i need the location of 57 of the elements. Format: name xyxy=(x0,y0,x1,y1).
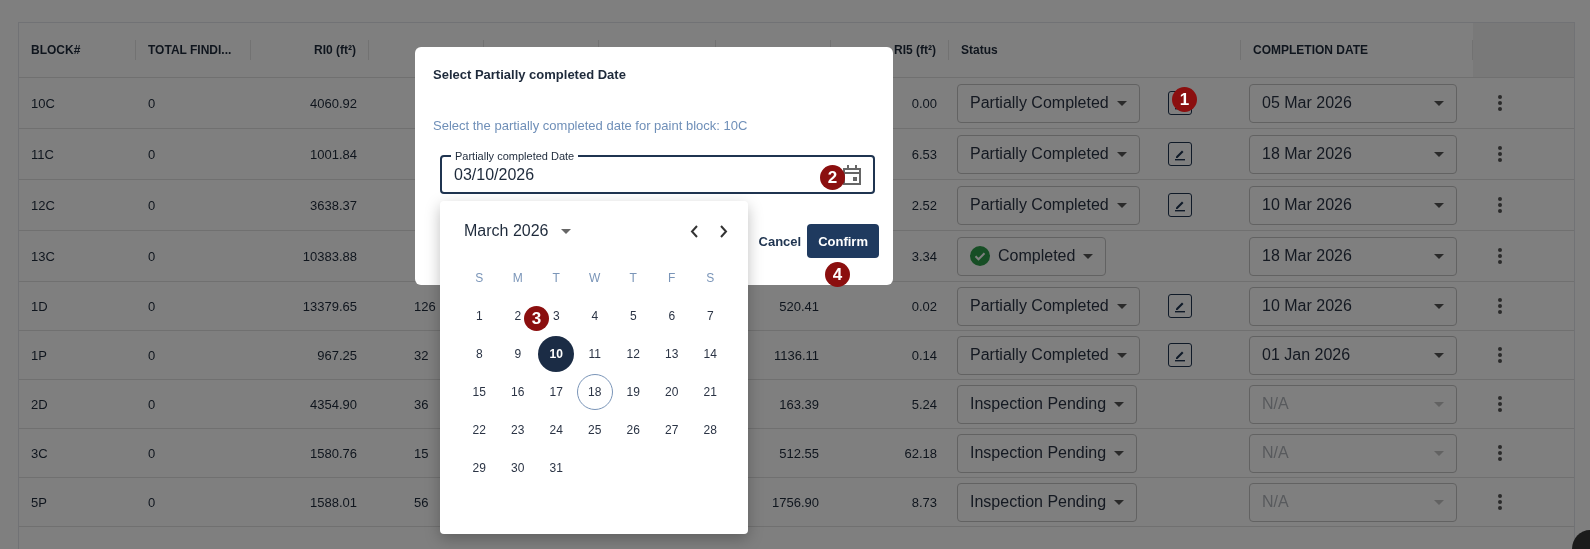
table-cell: 0 xyxy=(148,494,156,510)
table-cell: 1P xyxy=(31,347,47,363)
table-cell: 0 xyxy=(148,197,156,213)
table-cell: 0 xyxy=(148,298,156,314)
table-cell: 0 xyxy=(148,95,156,111)
table-cell: 13379.65 xyxy=(302,298,357,314)
table-cell: 3.34 xyxy=(911,248,937,264)
table-cell: 1580.76 xyxy=(310,445,357,461)
table-cell: 1001.84 xyxy=(310,146,357,162)
table-cell: 0 xyxy=(148,396,156,412)
table-cell: 520.41 xyxy=(779,298,819,314)
table-cell: 5.24 xyxy=(911,396,937,412)
table-cell: 163.39 xyxy=(779,396,819,412)
table-cell: 1D xyxy=(31,298,48,314)
weekday-label: S xyxy=(706,270,715,287)
step-marker: 1 xyxy=(1172,87,1197,112)
table-cell: 6.53 xyxy=(911,146,937,162)
table-cell: 10C xyxy=(31,95,55,111)
table-cell: 1136.11 xyxy=(773,347,819,363)
table-cell: 13C xyxy=(31,248,55,264)
weekday-label: S xyxy=(475,270,484,287)
weekday-label: T xyxy=(629,270,637,287)
table-cell: 15 xyxy=(414,445,429,461)
table-cell: 36 xyxy=(414,396,429,412)
table-cell: 10383.88 xyxy=(302,248,357,264)
table-cell: 12C xyxy=(31,197,55,213)
dialog-description: Select the partially completed date for paint block: 10C xyxy=(433,118,749,133)
table-cell: 0.14 xyxy=(911,347,937,363)
table-cell: 126 xyxy=(414,298,436,314)
table-cell: 0.02 xyxy=(911,298,937,314)
field-label: Partially completed Date xyxy=(451,149,579,163)
table-cell: 5P xyxy=(31,494,47,510)
table-cell: 2D xyxy=(31,396,48,412)
weekday-label: M xyxy=(512,270,523,287)
table-cell: 4060.92 xyxy=(310,95,357,111)
weekday-label: F xyxy=(668,270,676,287)
table-cell: 0 xyxy=(148,248,156,264)
table-cell: 0.00 xyxy=(911,95,937,111)
table-cell: 8.73 xyxy=(911,494,937,510)
weekday-label: T xyxy=(552,270,560,287)
table-cell: 56 xyxy=(414,494,429,510)
table-cell: 62.18 xyxy=(904,445,937,461)
table-cell: 3C xyxy=(31,445,48,461)
table-cell: 1588.01 xyxy=(310,494,357,510)
table-cell: 512.55 xyxy=(779,445,819,461)
table-cell: 0 xyxy=(148,347,156,363)
table-cell: 32 xyxy=(414,347,429,363)
table-cell: 11C xyxy=(31,146,54,162)
table-cell: 3638.37 xyxy=(310,197,357,213)
table-cell: 4354.90 xyxy=(310,396,357,412)
weekday-label: W xyxy=(589,270,601,287)
table-cell: 0 xyxy=(148,146,156,162)
table-cell: 2.52 xyxy=(911,197,937,213)
table-cell: 1756.90 xyxy=(772,494,819,510)
table-cell: 967.25 xyxy=(317,347,357,363)
table-cell: 0 xyxy=(148,445,156,461)
dialog-title: Select Partially completed Date xyxy=(433,67,627,82)
